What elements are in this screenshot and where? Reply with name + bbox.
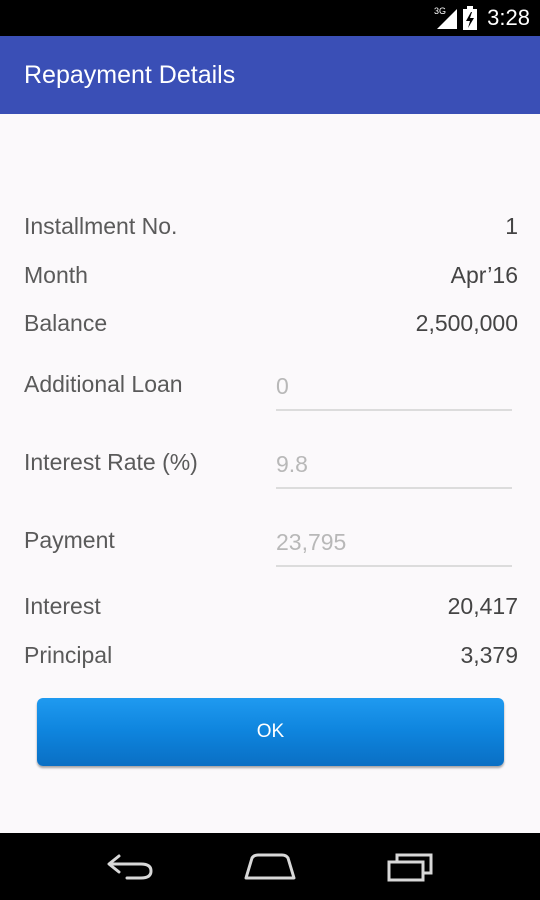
interest-rate-row: Interest Rate (%) <box>24 449 514 491</box>
status-time: 3:28 <box>487 5 530 30</box>
additional-loan-row: Additional Loan <box>24 371 514 413</box>
interest-value: 20,417 <box>447 592 518 619</box>
recents-icon[interactable] <box>370 842 450 892</box>
additional-loan-input[interactable] <box>276 371 512 411</box>
installment-label: Installment No. <box>24 212 178 239</box>
navigation-bar <box>0 833 540 900</box>
interest-rate-input[interactable] <box>276 449 512 489</box>
ok-button[interactable]: OK <box>37 698 504 766</box>
status-bar: 3G 3:28 <box>0 0 540 36</box>
principal-value: 3,379 <box>460 641 518 668</box>
payment-row: Payment <box>24 527 514 569</box>
interest-label: Interest <box>24 592 101 619</box>
month-row: Month Apr’16 <box>24 259 518 291</box>
balance-label: Balance <box>24 309 108 336</box>
home-icon[interactable] <box>230 842 310 892</box>
interest-rate-label: Interest Rate (%) <box>24 449 198 475</box>
month-value: Apr’16 <box>450 261 518 288</box>
principal-row: Principal 3,379 <box>24 639 518 671</box>
action-bar: Repayment Details <box>0 36 540 114</box>
repayment-details-content: Installment No. 1 Month Apr’16 Balance 2… <box>0 114 540 833</box>
interest-row: Interest 20,417 <box>24 590 518 622</box>
payment-input[interactable] <box>276 527 512 567</box>
balance-row: Balance 2,500,000 <box>24 307 518 339</box>
additional-loan-label: Additional Loan <box>24 371 183 397</box>
page-title: Repayment Details <box>24 60 236 89</box>
battery-icon <box>463 6 478 30</box>
month-label: Month <box>24 261 88 288</box>
balance-value: 2,500,000 <box>415 309 518 336</box>
installment-value: 1 <box>505 212 518 239</box>
principal-label: Principal <box>24 641 113 668</box>
network-type-label: 3G <box>434 6 447 16</box>
installment-row: Installment No. 1 <box>24 210 518 242</box>
payment-label: Payment <box>24 527 115 553</box>
back-icon[interactable] <box>90 842 170 892</box>
